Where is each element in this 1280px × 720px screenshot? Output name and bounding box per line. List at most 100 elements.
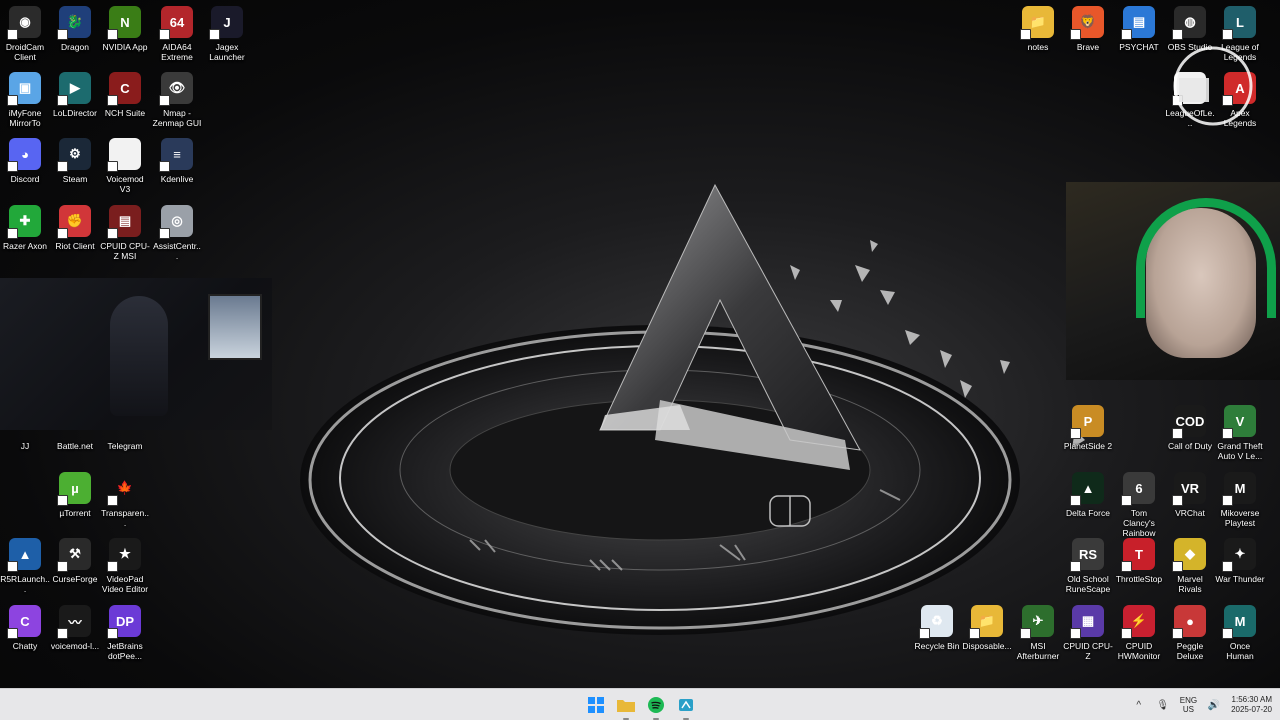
shortcut-arrow-icon bbox=[919, 628, 930, 639]
planetside-icon: P bbox=[1070, 405, 1104, 439]
volume-icon[interactable]: 🔊 bbox=[1207, 698, 1221, 712]
desktop-icon-droidcam-client[interactable]: ◉ DroidCam Client bbox=[0, 6, 50, 62]
desktop-icon-chatty[interactable]: C Chatty bbox=[0, 605, 50, 651]
desktop-icon-label: Disposable... bbox=[962, 641, 1012, 651]
nch-icon: C bbox=[107, 72, 141, 106]
desktop-icon-psychat[interactable]: ▤ PSYCHAT bbox=[1114, 6, 1164, 52]
mikoverse-icon: M bbox=[1222, 472, 1256, 506]
desktop-icon-call-of-duty[interactable]: COD Call of Duty bbox=[1165, 405, 1215, 451]
loldirector-icon: ▶ bbox=[57, 72, 91, 106]
app-button[interactable] bbox=[674, 693, 698, 720]
language-indicator[interactable]: ENG US bbox=[1180, 696, 1197, 714]
desktop-icon-assistcentr[interactable]: ◎ AssistCentr... bbox=[152, 205, 202, 261]
desktop-icon-telegram[interactable]: Telegram bbox=[100, 405, 150, 451]
desktop-icon-notes[interactable]: 📁 notes bbox=[1013, 6, 1063, 52]
desktop-icon-cpuid-cpu-z-msi[interactable]: ▤ CPUID CPU-Z MSI bbox=[100, 205, 150, 261]
desktop-icon-cpuid-cpu-z[interactable]: ▦ CPUID CPU-Z bbox=[1063, 605, 1113, 661]
desktop-icon-nch-suite[interactable]: C NCH Suite bbox=[100, 72, 150, 118]
desktop-icon-riot-client[interactable]: ✊ Riot Client bbox=[50, 205, 100, 251]
desktop-icon-label: Marvel Rivals bbox=[1177, 574, 1203, 594]
desktop-icon-jetbrains-dotpee[interactable]: DP JetBrains dotPee... bbox=[100, 605, 150, 661]
start-button[interactable] bbox=[584, 693, 608, 717]
file-icon bbox=[107, 138, 141, 172]
shortcut-arrow-icon bbox=[1222, 495, 1233, 506]
desktop-icon-discord[interactable]: ◕ Discord bbox=[0, 138, 50, 184]
desktop-icon-label: Riot Client bbox=[55, 241, 95, 251]
headset-graphic bbox=[1136, 198, 1276, 318]
desktop-icon-label: Once Human bbox=[1226, 641, 1254, 661]
desktop-icon-label: Mikoverse Playtest bbox=[1220, 508, 1260, 528]
shortcut-arrow-icon bbox=[1121, 29, 1132, 40]
desktop-icon-label: Chatty bbox=[12, 641, 38, 651]
clock[interactable]: 1:56:30 AM 2025-07-20 bbox=[1231, 695, 1272, 715]
folder-icon: 📁 bbox=[969, 605, 1003, 639]
desktop-icon-nvidia-app[interactable]: N NVIDIA App bbox=[100, 6, 150, 52]
desktop-icon-label: PSYCHAT bbox=[1119, 42, 1159, 52]
desktop-icon-steam[interactable]: ⚙ Steam bbox=[50, 138, 100, 184]
shortcut-arrow-icon bbox=[107, 228, 118, 239]
desktop-icon-r5rlaunch[interactable]: ▲ R5RLaunch... bbox=[0, 538, 50, 594]
desktop-icon-war-thunder[interactable]: ✦ War Thunder bbox=[1215, 538, 1265, 584]
desktop-icon-recycle-bin[interactable]: ♻ Recycle Bin bbox=[912, 605, 962, 651]
once-human-icon: M bbox=[1222, 605, 1256, 639]
desktop-icon-label: Delta Force bbox=[1066, 508, 1110, 518]
desktop-icon-nmap-zenmap-gui[interactable]: 👁 Nmap - Zenmap GUI bbox=[152, 72, 202, 128]
desktop-icon-label: Brave bbox=[1076, 42, 1100, 52]
desktop-icon-imyfone-mirrorto[interactable]: ▣ iMyFone MirrorTo bbox=[0, 72, 50, 128]
desktop-icon-delta-force[interactable]: ▲ Delta Force bbox=[1063, 472, 1113, 518]
desktop-icon-voicemod-l[interactable]: 〰 voicemod-l... bbox=[50, 605, 100, 651]
desktop-icon-label: CurseForge bbox=[52, 574, 98, 584]
shortcut-arrow-icon bbox=[7, 29, 18, 40]
desktop-icon-voicemod-v3[interactable]: Voicemod V3 bbox=[100, 138, 150, 194]
steam-icon: ⚙ bbox=[57, 138, 91, 172]
desktop-icon-old-school-runescape[interactable]: RS Old School RuneScape bbox=[1063, 538, 1113, 594]
desktop-icon-razer-axon[interactable]: ✚ Razer Axon bbox=[0, 205, 50, 251]
clock-date: 2025-07-20 bbox=[1231, 705, 1272, 714]
desktop-icon-jagex-launcher[interactable]: J Jagex Launcher bbox=[202, 6, 252, 62]
clock-time: 1:56:30 AM bbox=[1231, 695, 1272, 704]
desktop-icon-planetside-2[interactable]: P PlanetSide 2 bbox=[1063, 405, 1113, 451]
desktop-icon-jj[interactable]: JJ bbox=[0, 405, 50, 451]
nmap-icon: 👁 bbox=[159, 72, 193, 106]
shortcut-arrow-icon bbox=[1222, 628, 1233, 639]
desktop-icon-grand-theft-auto-v-le[interactable]: V Grand Theft Auto V Le... bbox=[1215, 405, 1265, 461]
desktop-icon-once-human[interactable]: M Once Human bbox=[1215, 605, 1265, 661]
desktop-icon-curseforge[interactable]: ⚒ CurseForge bbox=[50, 538, 100, 584]
desktop-icon-torrent[interactable]: µ µTorrent bbox=[50, 472, 100, 518]
desktop-icon-disposable[interactable]: 📁 Disposable... bbox=[962, 605, 1012, 651]
desktop-icon-msi-afterburner[interactable]: ✈ MSI Afterburner bbox=[1013, 605, 1063, 661]
desktop-icon-label: VideoPad Video Editor bbox=[101, 574, 149, 594]
desktop-icon-label: Transparen... bbox=[101, 508, 149, 528]
desktop-icon-tom-clancy-s-rainbow-si[interactable]: 6Tom Clancy's Rainbow Si... bbox=[1114, 472, 1164, 548]
league-icon: L bbox=[1222, 6, 1256, 40]
desktop-icon-battle-net[interactable]: Battle.net bbox=[50, 405, 100, 451]
desktop-icon-transparen[interactable]: 🍁 Transparen... bbox=[100, 472, 150, 528]
desktop-icon-mikoverse-playtest[interactable]: M Mikoverse Playtest bbox=[1215, 472, 1265, 528]
desktop-icon-vrchat[interactable]: VR VRChat bbox=[1165, 472, 1215, 518]
blank-icon bbox=[109, 405, 141, 437]
desktop-icon-marvel-rivals[interactable]: ◆ Marvel Rivals bbox=[1165, 538, 1215, 594]
desktop-icon-throttlestop[interactable]: T ThrottleStop bbox=[1114, 538, 1164, 584]
microphone-icon[interactable]: 🎙 bbox=[1156, 698, 1170, 712]
desktop-icon-label: Old School RuneScape bbox=[1065, 574, 1111, 594]
spotify-button[interactable] bbox=[644, 693, 668, 720]
desktop-icon-kdenlive[interactable]: ≡ Kdenlive bbox=[152, 138, 202, 184]
delta-force-icon: ▲ bbox=[1070, 472, 1104, 506]
discord-icon: ◕ bbox=[7, 138, 41, 172]
desktop-icon-videopad-video-editor[interactable]: ★ VideoPad Video Editor bbox=[100, 538, 150, 594]
show-hidden-icons-chevron-icon[interactable]: ^ bbox=[1132, 698, 1146, 712]
app-icon bbox=[679, 699, 693, 711]
kdenlive-icon: ≡ bbox=[159, 138, 193, 172]
desktop-icon-loldirector[interactable]: ▶ LoLDirector bbox=[50, 72, 100, 118]
desktop-icon-cpuid-hwmonitor[interactable]: ⚡ CPUID HWMonitor bbox=[1114, 605, 1164, 661]
file-explorer-button[interactable] bbox=[614, 693, 638, 720]
desktop-icon-peggle-deluxe[interactable]: ● Peggle Deluxe bbox=[1165, 605, 1215, 661]
desktop-icon-brave[interactable]: 🦁 Brave bbox=[1063, 6, 1113, 52]
cpuz-msi-icon: ▤ bbox=[107, 205, 141, 239]
desktop-icon-dragon[interactable]: 🐉 Dragon bbox=[50, 6, 100, 52]
desktop-icon-label: LoLDirector bbox=[53, 108, 97, 118]
desktop-icon-label: Peggle Deluxe bbox=[1176, 641, 1204, 661]
rainbow-six-icon: 6 bbox=[1121, 472, 1155, 506]
desktop-icon-aida64-extreme[interactable]: 64 AIDA64 Extreme bbox=[152, 6, 202, 62]
shortcut-arrow-icon bbox=[1172, 495, 1183, 506]
